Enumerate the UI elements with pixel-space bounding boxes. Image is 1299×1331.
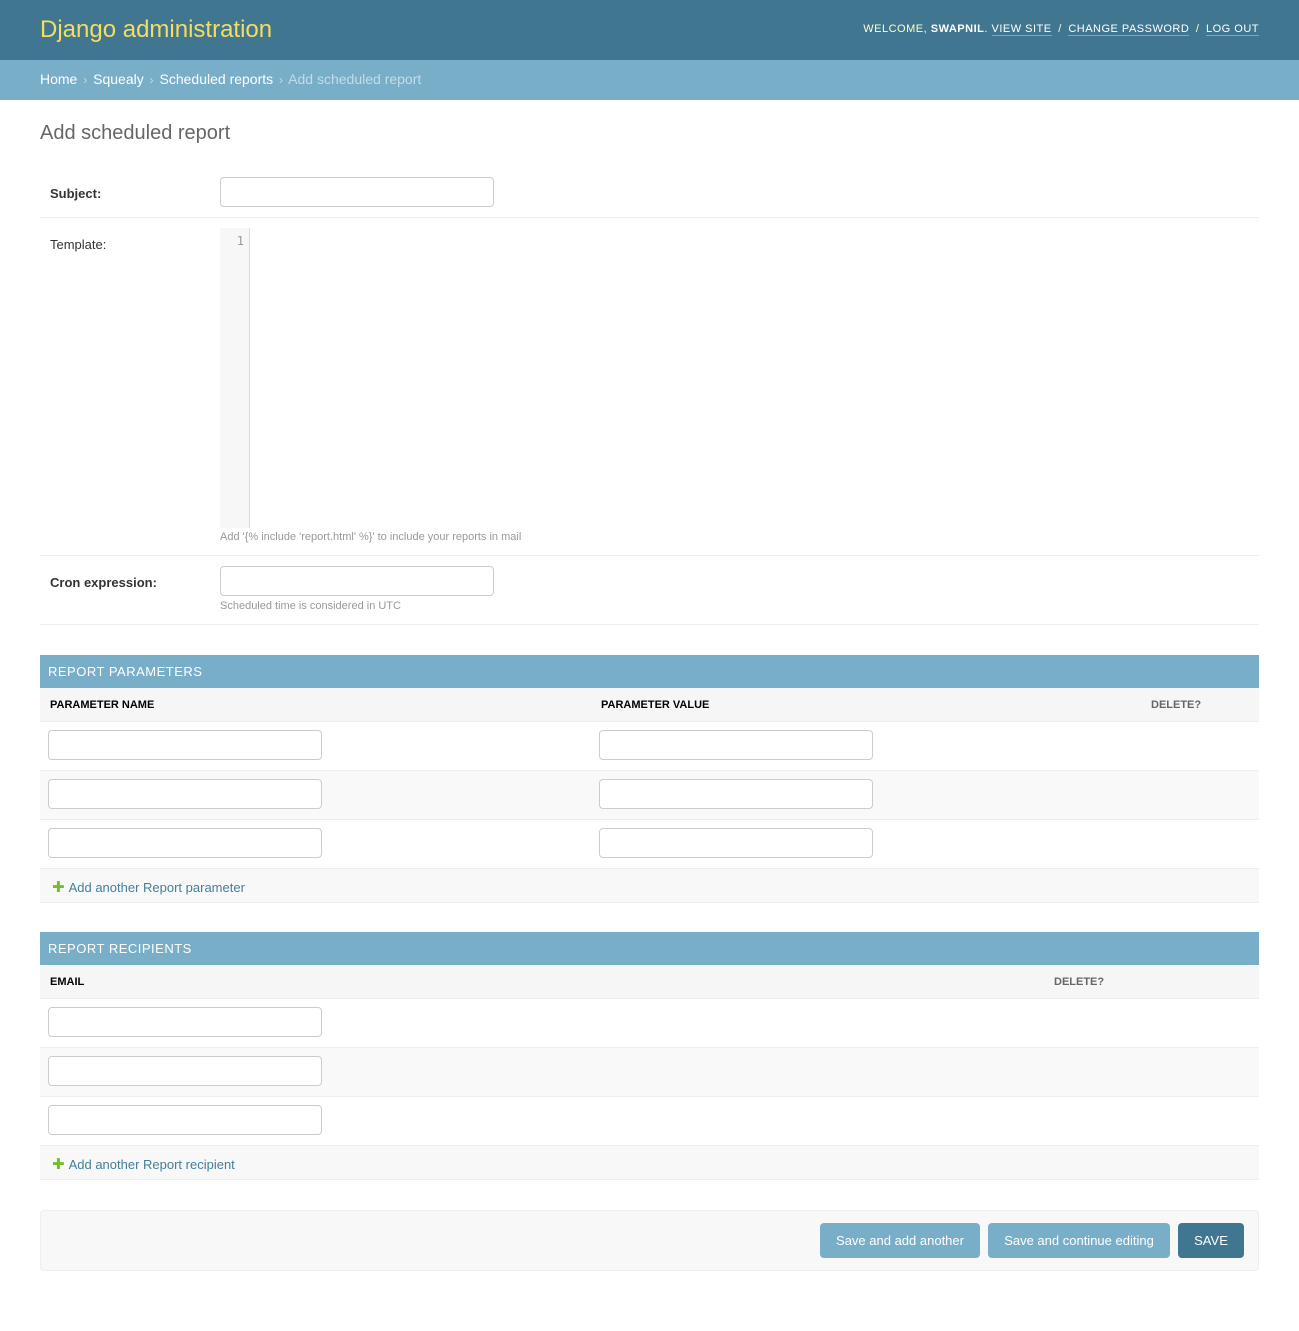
username: SWAPNIL — [930, 23, 985, 35]
submit-row: Save and add another Save and continue e… — [40, 1210, 1259, 1271]
table-row — [40, 1097, 1259, 1146]
parameter-name-input[interactable] — [48, 828, 322, 858]
plus-icon[interactable]: ✚ — [52, 1156, 65, 1173]
site-branding[interactable]: Django administration — [40, 16, 272, 44]
view-site-link[interactable]: VIEW SITE — [991, 23, 1052, 36]
inline-table-header: EMAIL DELETE? — [40, 965, 1259, 999]
table-row — [40, 999, 1259, 1048]
log-out-link[interactable]: LOG OUT — [1205, 23, 1259, 36]
separator: / — [1058, 23, 1062, 35]
cron-expression-input[interactable] — [220, 566, 494, 596]
email-input[interactable] — [48, 1056, 322, 1086]
table-row — [40, 722, 1259, 771]
save-and-add-another-button[interactable]: Save and add another — [820, 1223, 980, 1258]
parameter-name-input[interactable] — [48, 730, 322, 760]
inline-title: REPORT PARAMETERS — [40, 655, 1259, 688]
table-row — [40, 1048, 1259, 1097]
page-title: Add scheduled report — [40, 122, 231, 144]
column-header-delete: DELETE? — [1054, 976, 1105, 988]
subject-label: Subject: — [50, 186, 102, 201]
column-header-parameter-value: PARAMETER VALUE — [601, 699, 710, 711]
add-report-recipient-link[interactable]: Add another Report recipient — [69, 1157, 235, 1172]
header: Django administration WELCOME, SWAPNIL. … — [0, 0, 1299, 60]
breadcrumb: Home › Squealy › Scheduled reports › Add… — [0, 60, 1299, 100]
add-row: ✚ Add another Report recipient — [40, 1146, 1259, 1180]
column-header-parameter-name: PARAMETER NAME — [50, 699, 155, 711]
form-row-subject: Subject: — [40, 167, 1259, 218]
report-parameters-inline: REPORT PARAMETERS PARAMETER NAME PARAMET… — [40, 655, 1259, 903]
table-row — [40, 820, 1259, 869]
separator: / — [1195, 23, 1200, 35]
form-row-template: Template: 1 Add '{% include 'report.html… — [40, 218, 1259, 556]
form-row-cron: Cron expression: Scheduled time is consi… — [40, 556, 1259, 625]
cron-help-text: Scheduled time is considered in UTC — [220, 600, 401, 612]
template-label: Template: — [50, 237, 107, 252]
column-header-delete: DELETE? — [1151, 699, 1202, 711]
report-recipients-inline: REPORT RECIPIENTS EMAIL DELETE? ✚ Add ano… — [40, 932, 1259, 1180]
line-number: 1 — [236, 234, 244, 248]
save-and-continue-button[interactable]: Save and continue editing — [988, 1223, 1170, 1258]
inline-table-header: PARAMETER NAME PARAMETER VALUE DELETE? — [40, 688, 1259, 722]
breadcrumb-separator: › — [279, 73, 284, 87]
breadcrumb-current: Add scheduled report — [288, 71, 422, 87]
table-row — [40, 771, 1259, 820]
cron-label: Cron expression: — [50, 575, 157, 590]
add-report-parameter-link[interactable]: Add another Report parameter — [69, 880, 245, 895]
parameter-value-input[interactable] — [599, 730, 873, 760]
plus-icon[interactable]: ✚ — [52, 879, 65, 896]
change-password-link[interactable]: CHANGE PASSWORD — [1068, 23, 1190, 36]
parameter-value-input[interactable] — [599, 779, 873, 809]
email-input[interactable] — [48, 1105, 322, 1135]
breadcrumb-separator: › — [83, 73, 88, 87]
email-input[interactable] — [48, 1007, 322, 1037]
template-help-text: Add '{% include 'report.html' %}' to inc… — [220, 531, 522, 543]
template-code-editor[interactable]: 1 — [220, 228, 1259, 528]
breadcrumb-home[interactable]: Home — [40, 71, 77, 87]
breadcrumb-model[interactable]: Scheduled reports — [160, 71, 274, 87]
breadcrumb-separator: › — [149, 73, 154, 87]
breadcrumb-app[interactable]: Squealy — [93, 71, 144, 87]
user-tools: WELCOME, SWAPNIL. VIEW SITE / CHANGE PAS… — [863, 23, 1259, 36]
column-header-email: EMAIL — [50, 976, 85, 988]
add-row: ✚ Add another Report parameter — [40, 869, 1259, 903]
subject-input[interactable] — [220, 177, 494, 207]
save-button[interactable]: SAVE — [1178, 1223, 1244, 1258]
parameter-value-input[interactable] — [599, 828, 873, 858]
inline-title: REPORT RECIPIENTS — [40, 932, 1259, 965]
line-number-gutter: 1 — [220, 228, 250, 528]
parameter-name-input[interactable] — [48, 779, 322, 809]
welcome-text: WELCOME, — [863, 23, 928, 35]
